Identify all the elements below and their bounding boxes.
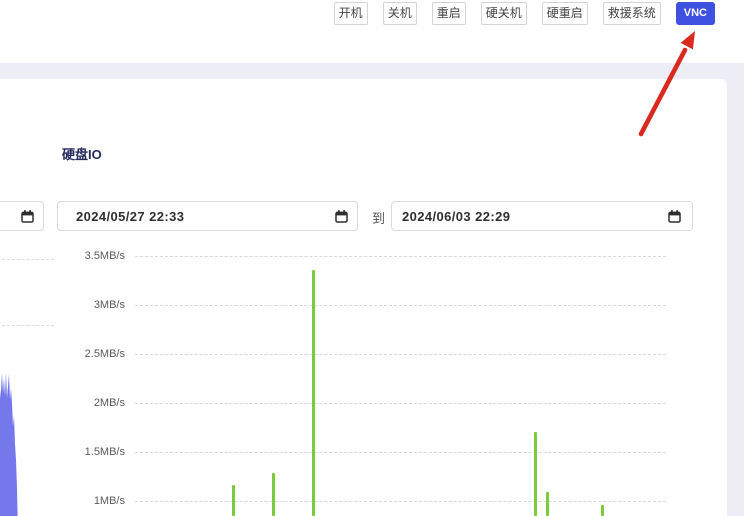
panel-title: 硬盘IO [62,144,102,163]
disk-io-bar-3 [534,432,537,516]
disk-io-bar-4 [546,492,549,516]
gridline [135,501,666,502]
date-to-input[interactable]: 2024/06/03 22:29 [391,201,693,231]
disk-io-bar-5 [601,505,604,516]
toolbar-button-2[interactable]: 重启 [432,2,466,25]
disk-io-bar-2 [312,270,315,516]
date-input-partial[interactable] [0,201,44,231]
y-axis-tick-label: 3MB/s [0,298,125,312]
date-from-input[interactable]: 2024/05/27 22:33 [57,201,358,231]
y-axis-tick-label: 2.5MB/s [0,347,125,361]
top-toolbar: 开机关机重启硬关机硬重启救援系统 VNC [0,0,744,63]
calendar-icon [21,210,34,223]
y-axis-tick-label: 1.5MB/s [0,445,125,459]
y-axis-tick-label: 1MB/s [0,494,125,508]
gridline [135,256,666,257]
gridline [135,305,666,306]
toolbar-button-1[interactable]: 关机 [383,2,417,25]
vnc-button[interactable]: VNC [676,2,715,25]
date-to-value: 2024/06/03 22:29 [402,209,510,224]
toolbar-button-row: 开机关机重启硬关机硬重启救援系统 VNC [334,2,715,25]
toolbar-button-4[interactable]: 硬重启 [542,2,588,25]
gridline [135,354,666,355]
disk-io-bar-1 [272,473,275,516]
date-range-separator: 到 [372,208,385,227]
date-from-value: 2024/05/27 22:33 [76,209,184,224]
left-chart-gridline-fragment [2,325,54,326]
gridline [135,452,666,453]
screen: 开机关机重启硬关机硬重启救援系统 VNC 硬盘IO 2024/05/27 22:3… [0,0,744,516]
toolbar-button-0[interactable]: 开机 [334,2,368,25]
calendar-icon [668,210,681,223]
disk-io-bar-0 [232,485,235,516]
disk-io-chart: 3.5MB/s 3MB/s 2.5MB/s 2MB/s 1.5MB/s 1MB/s [0,240,727,516]
toolbar-button-3[interactable]: 硬关机 [481,2,527,25]
calendar-icon [335,210,348,223]
y-axis-tick-label: 2MB/s [0,396,125,410]
y-axis-tick-label: 3.5MB/s [0,249,125,263]
gridline [135,403,666,404]
toolbar-button-5[interactable]: 救援系统 [603,2,661,25]
